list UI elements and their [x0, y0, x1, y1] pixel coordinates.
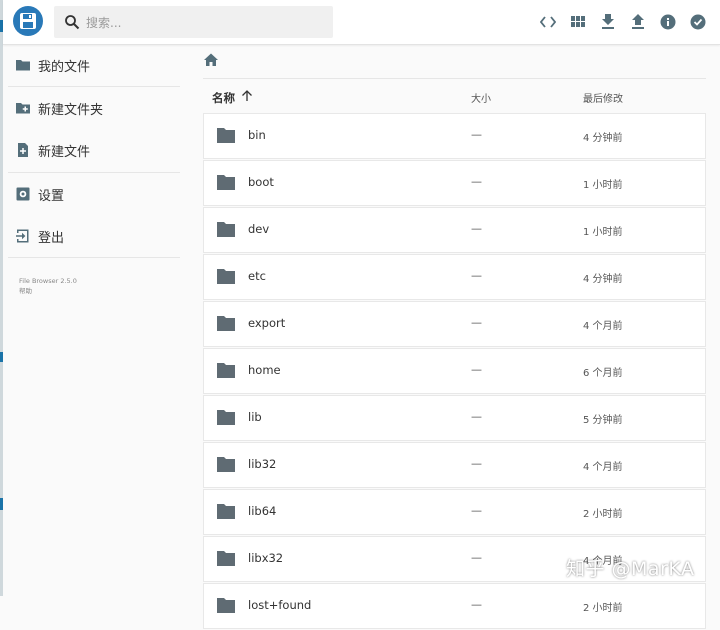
table-row[interactable]: lost+found — 2 小时前 [203, 583, 706, 629]
file-modified: 4 分钟前 [583, 274, 623, 285]
table-row[interactable]: export — 4 个月前 [203, 301, 706, 347]
file-size: — [471, 457, 482, 470]
folder-icon [217, 504, 235, 519]
table-row[interactable]: home — 6 个月前 [203, 348, 706, 394]
file-size: — [471, 551, 482, 564]
help-link[interactable]: 帮助 [19, 286, 32, 296]
file-size: — [471, 128, 482, 141]
file-modified: 6 个月前 [583, 368, 623, 379]
table-row[interactable]: lib64 — 2 小时前 [203, 489, 706, 535]
file-size: — [471, 269, 482, 282]
home-icon[interactable] [203, 52, 219, 68]
file-name: bin [248, 128, 266, 142]
sidebar-item-label: 新建文件夹 [38, 102, 104, 118]
select-button[interactable] [688, 10, 708, 34]
file-size: — [471, 598, 482, 611]
column-header-size[interactable]: 大小 [471, 90, 491, 105]
file-size: — [471, 175, 482, 188]
sidebar-item-logout[interactable]: 登出 [3, 215, 183, 257]
file-modified: 4 个月前 [583, 462, 623, 473]
sidebar-item-label: 登出 [38, 230, 65, 246]
file-name: lib32 [248, 457, 277, 471]
folder-icon [217, 175, 235, 190]
table-row[interactable]: lib — 5 分钟前 [203, 395, 706, 441]
search-icon [65, 15, 80, 30]
folder-icon [217, 551, 235, 566]
breadcrumb-divider [203, 78, 706, 79]
floppy-disk-icon [20, 13, 36, 29]
download-icon [602, 14, 614, 29]
folder-icon [217, 269, 235, 284]
download-button[interactable] [598, 10, 618, 34]
column-header-name[interactable]: 名称 [212, 90, 235, 106]
divider [8, 257, 180, 258]
file-size: — [471, 504, 482, 517]
file-modified: 4 个月前 [583, 321, 623, 332]
top-bar [3, 0, 720, 45]
table-row[interactable]: dev — 1 小时前 [203, 207, 706, 253]
toolbar-actions [538, 10, 708, 34]
file-name: lib64 [248, 504, 277, 518]
upload-button[interactable] [628, 10, 648, 34]
file-name: libx32 [248, 551, 284, 565]
search-input[interactable] [84, 6, 328, 40]
app-logo[interactable] [13, 6, 43, 36]
logout-icon [16, 229, 29, 243]
create-folder-icon [16, 103, 30, 114]
file-size: — [471, 316, 482, 329]
column-header-modified[interactable]: 最后修改 [583, 90, 623, 105]
file-size: — [471, 363, 482, 376]
folder-icon [217, 363, 235, 378]
file-size: — [471, 222, 482, 235]
file-modified: 2 小时前 [583, 509, 623, 520]
table-row[interactable]: etc — 4 分钟前 [203, 254, 706, 300]
info-icon [660, 14, 676, 30]
file-name: etc [248, 269, 266, 283]
file-list: bin — 4 分钟前 boot — 1 小时前 dev — 1 小时前 etc — 4 分钟前 exp… [203, 113, 706, 630]
sidebar-item-my-files[interactable]: 我的文件 [3, 44, 183, 86]
folder-icon [217, 316, 235, 331]
sidebar-item-label: 设置 [38, 188, 65, 204]
sidebar-item-new-folder[interactable]: 新建文件夹 [3, 87, 183, 129]
watermark: 知乎 @MarKA [566, 558, 695, 580]
version-text: File Browser 2.5.0 [19, 277, 77, 285]
folder-icon [217, 598, 235, 613]
code-icon [540, 16, 556, 28]
table-row[interactable]: lib32 — 4 个月前 [203, 442, 706, 488]
sidebar: 我的文件 新建文件夹 新建文件 设置 登出 File Browser 2.5.0… [3, 44, 185, 596]
grid-view-button[interactable] [568, 10, 588, 34]
info-button[interactable] [658, 10, 678, 34]
file-modified: 2 小时前 [583, 603, 623, 614]
settings-icon [16, 187, 30, 201]
sidebar-item-label: 新建文件 [38, 144, 91, 160]
folder-icon [217, 457, 235, 472]
grid-icon [571, 16, 585, 27]
sidebar-item-settings[interactable]: 设置 [3, 173, 183, 215]
file-name: dev [248, 222, 270, 236]
note-add-icon [18, 143, 28, 157]
table-row[interactable]: bin — 4 分钟前 [203, 113, 706, 159]
file-name: lib [248, 410, 262, 424]
file-name: home [248, 363, 281, 377]
check-circle-icon [690, 14, 706, 30]
table-row[interactable]: boot — 1 小时前 [203, 160, 706, 206]
search-bar[interactable] [54, 6, 333, 40]
file-modified: 1 小时前 [583, 227, 623, 238]
folder-icon [16, 60, 30, 71]
file-modified: 1 小时前 [583, 180, 623, 191]
folder-icon [217, 410, 235, 425]
upload-icon [632, 14, 644, 29]
sidebar-item-new-file[interactable]: 新建文件 [3, 129, 183, 171]
sort-arrow-up-icon[interactable] [241, 89, 253, 102]
file-name: lost+found [248, 598, 312, 612]
folder-icon [217, 222, 235, 237]
code-view-button[interactable] [538, 10, 558, 34]
file-size: — [471, 410, 482, 423]
file-name: export [248, 316, 286, 330]
sidebar-item-label: 我的文件 [38, 59, 91, 75]
file-name: boot [248, 175, 274, 189]
file-modified: 4 分钟前 [583, 133, 623, 144]
folder-icon [217, 128, 235, 143]
file-modified: 5 分钟前 [583, 415, 623, 426]
